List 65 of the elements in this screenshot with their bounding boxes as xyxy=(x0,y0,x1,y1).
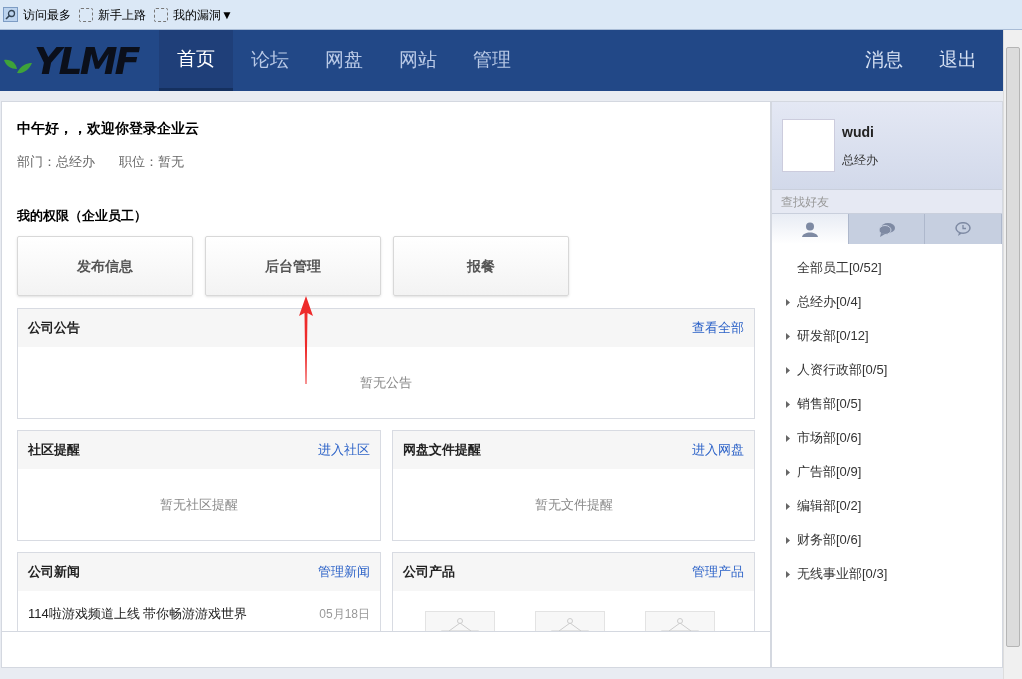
department-item[interactable]: 财务部[0/6] xyxy=(797,530,862,550)
caret-right-icon[interactable] xyxy=(786,298,790,306)
clock-bubble-icon xyxy=(955,222,972,236)
card-link[interactable]: 查看全部 xyxy=(692,318,744,338)
card-title: 公司新闻 xyxy=(28,563,80,582)
news-date: 05月18日 xyxy=(319,606,370,623)
caret-right-icon[interactable] xyxy=(786,536,790,544)
card-title: 公司公告 xyxy=(28,319,80,338)
friend-search-field[interactable]: 查找好友 xyxy=(772,189,1002,214)
news-title[interactable]: 114啦游戏频道上线 带你畅游游戏世界 xyxy=(28,604,248,624)
nav-tab[interactable]: 网盘 xyxy=(307,30,381,91)
search-icon xyxy=(3,7,18,22)
avatar-placeholder xyxy=(782,119,835,172)
nav-tab[interactable]: 论坛 xyxy=(233,30,307,91)
nav-tab[interactable]: 首页 xyxy=(159,30,233,91)
toolbar-link[interactable]: 新手上路 xyxy=(79,5,146,24)
card-title: 社区提醒 xyxy=(28,441,80,460)
permission-button[interactable]: 报餐 xyxy=(393,236,569,296)
empty-message: 暂无社区提醒 xyxy=(160,495,238,514)
empty-message: 暂无文件提醒 xyxy=(534,495,613,514)
chat-bubbles-icon xyxy=(877,221,896,237)
page-icon xyxy=(154,7,168,22)
department-item[interactable]: 广告部[0/9] xyxy=(797,462,862,482)
department-item[interactable]: 研发部[0/12] xyxy=(797,326,869,346)
caret-right-icon[interactable] xyxy=(786,332,790,340)
person-icon xyxy=(801,221,818,237)
nav-tab[interactable]: 管理 xyxy=(455,30,529,91)
card-link[interactable]: 管理新闻 xyxy=(318,562,370,582)
logo-text: YLMF xyxy=(34,40,138,81)
department-item[interactable]: 全部员工[0/52] xyxy=(797,258,882,278)
nav-tab[interactable]: 网站 xyxy=(381,30,455,91)
user-name: wudi xyxy=(842,123,875,142)
department-item[interactable]: 编辑部[0/2] xyxy=(797,496,862,516)
toolbar-link[interactable]: 访问最多 xyxy=(3,5,71,24)
nav-link[interactable]: 退出 xyxy=(921,30,995,91)
department-item[interactable]: 无线事业部[0/3] xyxy=(797,564,888,584)
card-link[interactable]: 管理产品 xyxy=(692,562,744,582)
caret-right-icon[interactable] xyxy=(786,400,790,408)
department-item[interactable]: 人资行政部[0/5] xyxy=(797,360,888,380)
caret-right-icon[interactable] xyxy=(786,502,790,510)
department-item[interactable]: 销售部[0/5] xyxy=(797,394,862,414)
permission-button[interactable]: 后台管理 xyxy=(205,236,381,296)
page-icon xyxy=(79,7,93,22)
caret-right-icon[interactable] xyxy=(786,468,790,476)
empty-message: 暂无公告 xyxy=(360,373,412,392)
scrollbar[interactable] xyxy=(1003,30,1022,679)
nav-link[interactable]: 消息 xyxy=(847,30,921,91)
greeting-text: 中午好，，欢迎你登录企业云 xyxy=(17,119,200,138)
card-title: 网盘文件提醒 xyxy=(403,441,481,460)
position-text: 职位：暂无 xyxy=(119,153,184,171)
caret-right-icon[interactable] xyxy=(786,366,790,374)
department-item[interactable]: 总经办[0/4] xyxy=(797,292,862,312)
caret-right-icon[interactable] xyxy=(786,434,790,442)
permission-button[interactable]: 发布信息 xyxy=(17,236,193,296)
toolbar-link[interactable]: 我的漏洞▼ xyxy=(154,5,233,24)
card-link[interactable]: 进入社区 xyxy=(318,440,370,460)
scrollbar-thumb[interactable] xyxy=(1006,47,1020,647)
department-item[interactable]: 市场部[0/6] xyxy=(797,428,862,448)
section-title: 我的权限（企业员工） xyxy=(17,206,148,225)
card-title: 公司产品 xyxy=(403,563,455,582)
department-text: 部门：总经办 xyxy=(17,153,95,171)
caret-right-icon[interactable] xyxy=(786,570,790,578)
user-department: 总经办 xyxy=(842,152,878,169)
card-link[interactable]: 进入网盘 xyxy=(692,440,744,460)
contact-tab[interactable] xyxy=(772,214,849,244)
